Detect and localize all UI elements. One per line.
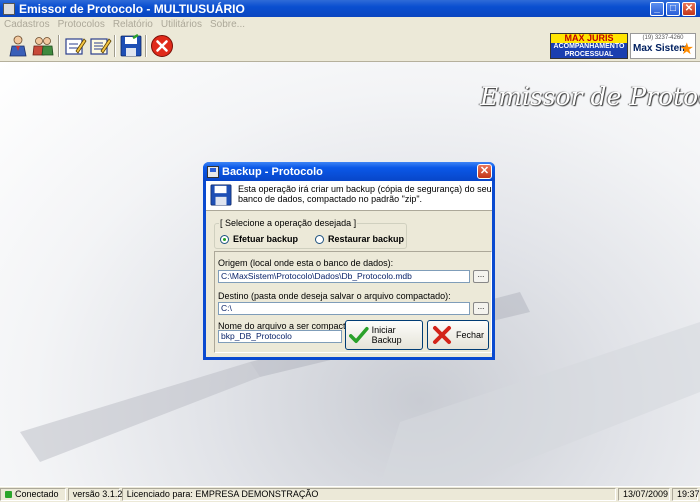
destination-browse-button[interactable]: ...: [473, 302, 489, 315]
maximize-button[interactable]: □: [666, 1, 680, 16]
close-dialog-button[interactable]: Fechar: [427, 320, 489, 350]
date-status: 13/07/2009: [618, 488, 670, 501]
close-window-button[interactable]: ✕: [682, 1, 696, 16]
maxjuris-logo: MAX JURIS ACOMPANHAMENTO PROCESSUAL: [550, 33, 628, 59]
version-status: versão 3.1.2: [67, 488, 122, 501]
close-dialog-label: Fechar: [456, 330, 485, 340]
destination-path-input[interactable]: C:\: [218, 302, 470, 315]
origin-path-input[interactable]: C:\MaxSistem\Protocolo\Dados\Db_Protocol…: [218, 270, 470, 283]
checkmark-icon: [349, 326, 369, 344]
radio-dot[interactable]: [315, 234, 324, 244]
info-text: Esta operação irá criar um backup (cópia…: [238, 184, 492, 204]
star-icon: ★: [679, 41, 694, 58]
time-status: 19:37: [672, 488, 700, 501]
menu-cadastros[interactable]: Cadastros: [0, 19, 54, 30]
connection-text: Conectado: [15, 489, 59, 499]
red-x-icon: [433, 326, 451, 344]
menu-sobre[interactable]: Sobre...: [206, 19, 249, 30]
connection-status: Conectado: [0, 488, 66, 501]
user-group-icon[interactable]: [31, 34, 55, 58]
maxjuris-line1: ACOMPANHAMENTO: [553, 43, 625, 50]
exit-x-icon[interactable]: [150, 34, 174, 58]
origin-browse-button[interactable]: ...: [473, 270, 489, 283]
window-titlebar: Emissor de Protocolo - MULTIUSUÁRIO _ □ …: [0, 0, 700, 17]
operation-legend: [ Selecione a operação desejada ]: [219, 218, 358, 228]
operation-groupbox: [ Selecione a operação desejada ] Efetua…: [214, 218, 407, 249]
dialog-close-button[interactable]: ✕: [477, 164, 492, 179]
toolbar-separator: [58, 35, 60, 57]
toolbar-separator: [145, 35, 147, 57]
backup-dialog: Backup - Protocolo ✕ Esta operação irá c…: [203, 162, 495, 360]
floppy-disk-icon: [210, 184, 232, 206]
menu-relatorio[interactable]: Relatório: [109, 19, 157, 30]
maxjuris-title: MAX JURIS: [551, 34, 627, 43]
license-status: Licenciado para: EMPRESA DEMONSTRAÇÃO: [121, 488, 616, 501]
radio-restore-label: Restaurar backup: [328, 234, 405, 244]
menu-utilitarios[interactable]: Utilitários: [157, 19, 206, 30]
menu-protocolos[interactable]: Protocolos: [54, 19, 109, 30]
app-watermark-title: Emissor de Protocolos: [480, 82, 700, 111]
dialog-app-icon: [207, 165, 219, 178]
minimize-button[interactable]: _: [650, 1, 664, 16]
app-icon: [3, 2, 15, 15]
radio-restaurar-backup[interactable]: Restaurar backup: [315, 234, 404, 244]
destination-label: Destino (pasta onde deseja salvar o arqu…: [218, 291, 451, 301]
maxjuris-line2: PROCESSUAL: [564, 51, 614, 58]
radio-efetuar-backup[interactable]: Efetuar backup: [220, 234, 298, 244]
menu-bar: Cadastros Protocolos Relatório Utilitári…: [0, 17, 700, 31]
window-title: Emissor de Protocolo - MULTIUSUÁRIO: [19, 1, 245, 16]
dialog-titlebar: Backup - Protocolo ✕: [203, 162, 495, 181]
users-icon[interactable]: [6, 34, 30, 58]
info-panel: Esta operação irá criar um backup (cópia…: [206, 181, 492, 211]
edit-list-icon[interactable]: [88, 34, 112, 58]
dialog-title: Backup - Protocolo: [222, 165, 323, 178]
save-floppy-icon[interactable]: [119, 34, 143, 58]
connection-led-icon: [5, 491, 12, 498]
status-bar: Conectado versão 3.1.2 Licenciado para: …: [0, 486, 700, 502]
toolbar-separator: [114, 35, 116, 57]
maxsistem-logo: (19) 3237-4260 Max Sistem ★: [630, 33, 696, 59]
origin-label: Origem (local onde esta o banco de dados…: [218, 258, 394, 268]
radio-backup-label: Efetuar backup: [233, 234, 299, 244]
radio-dot-selected[interactable]: [220, 234, 229, 244]
start-backup-button[interactable]: Iniciar Backup: [345, 320, 423, 350]
filename-input[interactable]: bkp_DB_Protocolo: [218, 330, 342, 343]
edit-form-icon[interactable]: [63, 34, 87, 58]
start-backup-label: Iniciar Backup: [371, 325, 402, 345]
